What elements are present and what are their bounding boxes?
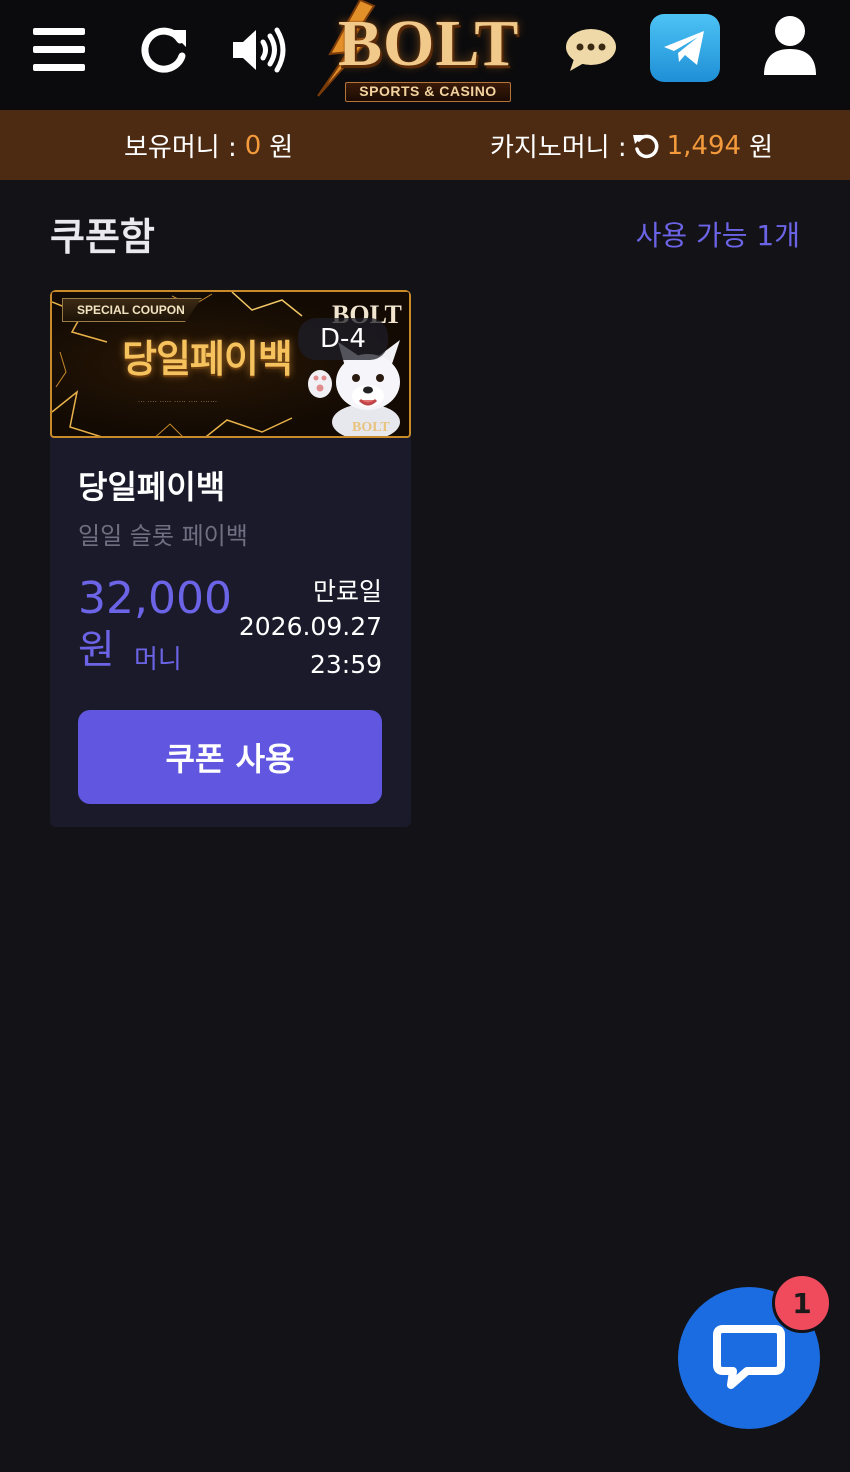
telegram-icon[interactable]: [648, 12, 722, 84]
chat-icon: [713, 1325, 785, 1389]
casino-money: 카지노머니 : 1,494 원: [490, 127, 773, 164]
held-money-value: 0: [244, 130, 262, 161]
banner-fine-print: ··· ···· ····· ····· ···· ·······: [138, 399, 218, 406]
coupon-description: 일일 슬롯 페이백: [78, 522, 248, 550]
volume-icon[interactable]: [228, 22, 290, 78]
chat-bubble-icon[interactable]: [562, 22, 620, 78]
held-money: 보유머니 : 0 원: [124, 127, 293, 164]
banner-title: 당일페이백: [122, 337, 293, 381]
menu-icon[interactable]: [30, 24, 88, 76]
refresh-icon[interactable]: [136, 22, 192, 78]
money-bar: 보유머니 : 0 원 카지노머니 : 1,494 원: [0, 110, 850, 180]
casino-money-unit: 원: [749, 133, 773, 163]
held-money-label: 보유머니 :: [124, 133, 237, 163]
casino-money-label: 카지노머니 :: [490, 133, 627, 163]
expiry-time: 23:59: [309, 650, 382, 679]
special-coupon-tag: SPECIAL COUPON: [62, 298, 202, 322]
page-title: 쿠폰함: [50, 215, 155, 259]
coupon-name: 당일페이백: [78, 468, 226, 506]
reload-icon[interactable]: [631, 131, 661, 161]
logo-subtitle: SPORTS & CASINO: [345, 82, 511, 102]
casino-money-value: 1,494: [666, 130, 742, 161]
user-icon[interactable]: [760, 14, 820, 78]
coupon-amount: 32,000: [78, 573, 232, 624]
coupon-card: SPECIAL COUPON 당일페이백 ··· ···· ····· ····…: [50, 290, 411, 827]
expiry-date: 2026.09.27: [238, 612, 382, 641]
banner-logo-small: BOLT: [352, 420, 390, 435]
chat-notification-badge: 1: [772, 1273, 832, 1333]
held-money-unit: 원: [269, 133, 294, 163]
top-bar: BOLT SPORTS & CASINO: [0, 0, 850, 110]
bolt-logo[interactable]: BOLT SPORTS & CASINO: [312, 0, 542, 108]
coupon-banner: SPECIAL COUPON 당일페이백 ··· ···· ····· ····…: [50, 290, 411, 438]
available-count: 사용 가능 1개: [635, 219, 800, 252]
expiry-label: 만료일: [312, 577, 382, 606]
coupon-amount-unit: 원: [78, 627, 115, 673]
d-day-badge: D-4: [298, 318, 388, 360]
logo-text: BOLT: [338, 7, 520, 80]
coupon-money-label: 머니: [134, 645, 182, 675]
use-coupon-button[interactable]: 쿠폰 사용: [78, 710, 382, 804]
